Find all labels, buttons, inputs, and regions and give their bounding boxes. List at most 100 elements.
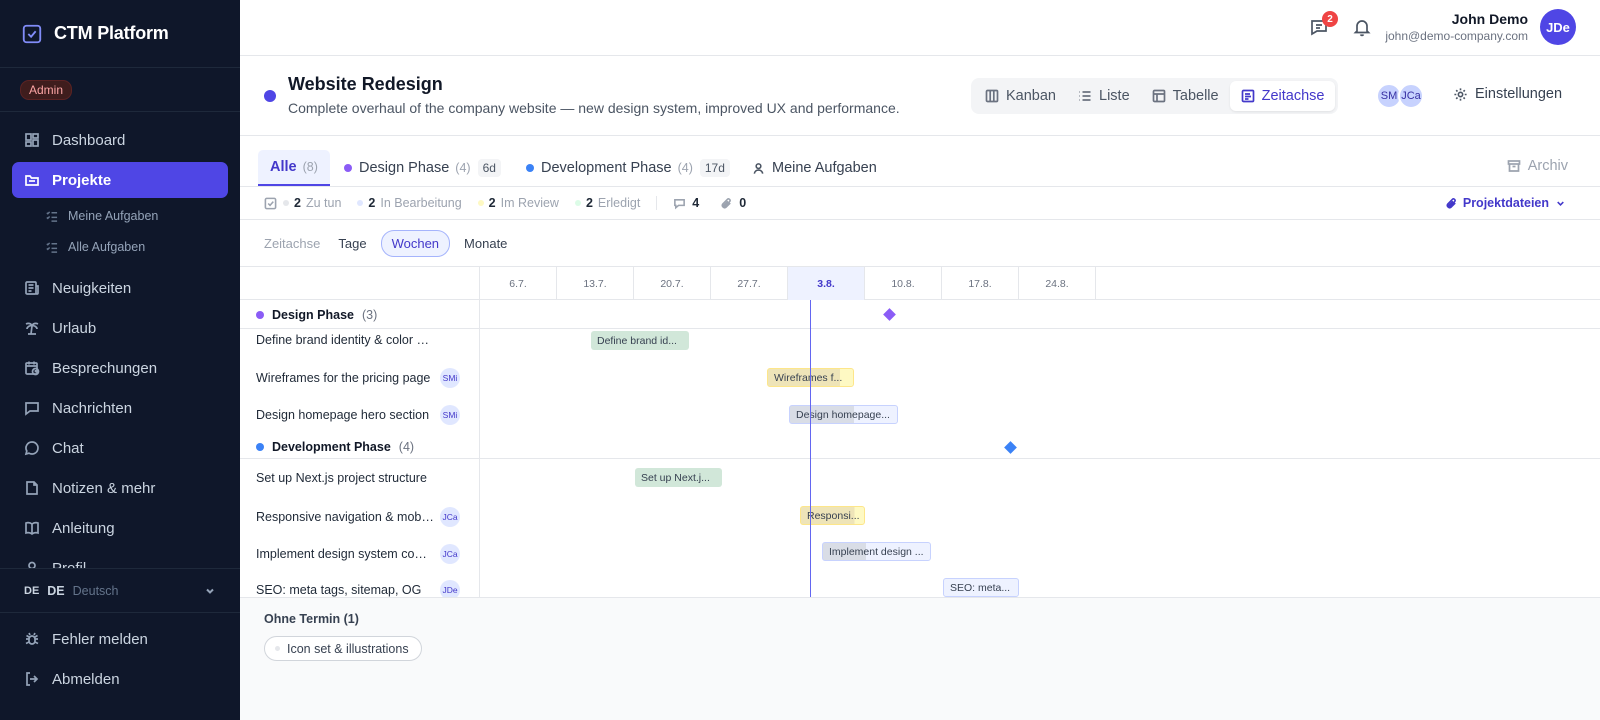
today-marker (810, 300, 811, 597)
view-tabelle-button[interactable]: Tabelle (1141, 81, 1230, 111)
task-bar[interactable]: SEO: meta... (943, 578, 1019, 597)
nav-fehler-melden[interactable]: Fehler melden (12, 621, 228, 657)
language-code: DE (47, 583, 65, 598)
notifications-button[interactable] (1352, 17, 1374, 39)
tab-count: (4) (677, 161, 693, 175)
task-name: Responsive navigation & mobile menu (256, 510, 434, 524)
language-select[interactable]: DE DE Deutsch (0, 569, 240, 613)
tab-label: Meine Aufgaben (772, 160, 877, 176)
avatar: JCa (440, 544, 460, 564)
nav-anleitung[interactable]: Anleitung (12, 510, 228, 546)
nav-label: Profil (52, 559, 87, 569)
table-icon (1152, 89, 1165, 103)
task-name: Implement design system components (256, 547, 434, 561)
stat-in-progress[interactable]: 2 In Bearbeitung (357, 196, 462, 210)
app-title: CTM Platform (54, 23, 169, 43)
user-name: John Demo (1451, 11, 1528, 27)
tab-meine-aufgaben[interactable]: Meine Aufgaben (740, 150, 889, 186)
news-icon (25, 281, 39, 295)
zoom-monate-button[interactable]: Monate (454, 231, 517, 256)
nav-profil[interactable]: Profil (12, 550, 228, 569)
task-row-label[interactable]: Implement design system components JCa (256, 544, 476, 564)
group-row-design-phase[interactable]: Design Phase (3) (240, 300, 1600, 329)
week-label: 13.7. (557, 267, 634, 300)
nav-neuigkeiten[interactable]: Neuigkeiten (12, 270, 228, 306)
stat-review[interactable]: 2 Im Review (477, 196, 559, 210)
milestone-marker[interactable] (1004, 441, 1017, 454)
nav-urlaub[interactable]: Urlaub (12, 310, 228, 346)
task-bar[interactable]: Implement design ... (822, 542, 931, 561)
project-members[interactable]: SM JCa (1376, 83, 1424, 109)
zoom-wochen-button[interactable]: Wochen (380, 229, 451, 257)
flag-icon: DE (24, 584, 40, 597)
avatar[interactable]: JDe (1540, 9, 1576, 45)
phase-tabs: Alle (8) Design Phase (4) 6d Development… (240, 136, 1600, 187)
stat-todo[interactable]: 2 Zu tun (283, 196, 341, 210)
view-switcher: Kanban Liste Tabelle Zeitachse (971, 78, 1339, 114)
nav-meine-aufgaben[interactable]: Meine Aufgaben (12, 202, 228, 230)
task-bar[interactable]: Set up Next.j... (635, 468, 722, 487)
tab-label: Design Phase (359, 160, 450, 176)
task-bar[interactable]: Design homepage... (789, 405, 898, 424)
group-name: Development Phase (272, 440, 391, 454)
tab-label: Development Phase (541, 160, 672, 176)
zoom-tage-button[interactable]: Tage (328, 231, 376, 256)
duration-badge: 6d (477, 159, 501, 177)
tab-alle[interactable]: Alle (8) (258, 150, 330, 186)
avatar: SMi (440, 405, 460, 425)
nav-chat[interactable]: Chat (12, 430, 228, 466)
stat-count: 2 (294, 196, 301, 210)
project-files-button[interactable]: Projektdateien (1440, 196, 1572, 210)
archive-label: Archiv (1527, 158, 1568, 174)
stat-done[interactable]: 2 Erledigt (574, 196, 640, 210)
task-row-label[interactable]: Wireframes for the pricing page SMi (256, 368, 476, 388)
task-row-label[interactable]: Define brand identity & color palette (256, 333, 476, 347)
task-bar[interactable]: Define brand id... (591, 331, 689, 350)
group-row-development-phase[interactable]: Development Phase (4) (240, 430, 1600, 459)
nav-nachrichten[interactable]: Nachrichten (12, 390, 228, 426)
nav-dashboard[interactable]: Dashboard (12, 122, 228, 158)
stat-label: In Bearbeitung (380, 196, 462, 210)
task-row-label[interactable]: Design homepage hero section SMi (256, 405, 476, 425)
nav-label: Projekte (52, 171, 112, 189)
stat-attachments: 0 (720, 196, 751, 210)
settings-button[interactable]: Einstellungen (1453, 86, 1562, 102)
task-row-label[interactable]: SEO: meta tags, sitemap, OG JDe (256, 580, 476, 597)
tab-development-phase[interactable]: Development Phase (4) 17d (514, 150, 742, 186)
tab-design-phase[interactable]: Design Phase (4) 6d (332, 150, 513, 186)
files-label: Projektdateien (1462, 196, 1549, 210)
nav-projekte[interactable]: Projekte (12, 162, 228, 198)
week-label: 17.8. (942, 267, 1019, 300)
week-header: 6.7. 13.7. 20.7. 27.7. 3.8. 10.8. 17.8. … (240, 267, 1600, 300)
brand[interactable]: CTM Platform (0, 0, 240, 68)
view-zeitachse-button[interactable]: Zeitachse (1229, 81, 1336, 111)
nav-notizen[interactable]: Notizen & mehr (12, 470, 228, 506)
task-name: Wireframes for the pricing page (256, 371, 431, 385)
nav-alle-aufgaben[interactable]: Alle Aufgaben (12, 233, 228, 261)
milestone-marker[interactable] (883, 308, 896, 321)
messages-button[interactable]: 2 (1309, 11, 1338, 39)
role-section: Admin (0, 68, 240, 112)
week-label: 6.7. (480, 267, 557, 300)
stat-count: 2 (585, 196, 593, 210)
nav-label: Urlaub (52, 319, 97, 337)
task-row-label[interactable]: Set up Next.js project structure (256, 471, 476, 485)
view-kanban-button[interactable]: Kanban (974, 81, 1067, 111)
columns-icon (985, 89, 999, 103)
message-icon (25, 402, 39, 416)
nav-label: Fehler melden (52, 630, 148, 648)
bug-icon (25, 632, 39, 645)
task-row-label[interactable]: Responsive navigation & mobile menu JCa (256, 507, 476, 527)
nav-besprechungen[interactable]: Besprechungen (12, 350, 228, 386)
view-liste-button[interactable]: Liste (1067, 81, 1141, 111)
paperclip-icon (1446, 197, 1456, 208)
nav-label: Anleitung (52, 519, 115, 537)
no-date-title: Ohne Termin (1) (264, 612, 359, 626)
week-label-current: 3.8. (788, 267, 865, 300)
nav-abmelden[interactable]: Abmelden (12, 661, 228, 697)
no-date-task-chip[interactable]: Icon set & illustrations (264, 636, 422, 661)
user-menu[interactable]: John Demo john@demo-company.com JDe (1385, 9, 1576, 45)
archive-button[interactable]: Archiv (1507, 158, 1568, 174)
nav-sub-label: Alle Aufgaben (68, 240, 146, 254)
task-name: Design homepage hero section (256, 408, 430, 422)
